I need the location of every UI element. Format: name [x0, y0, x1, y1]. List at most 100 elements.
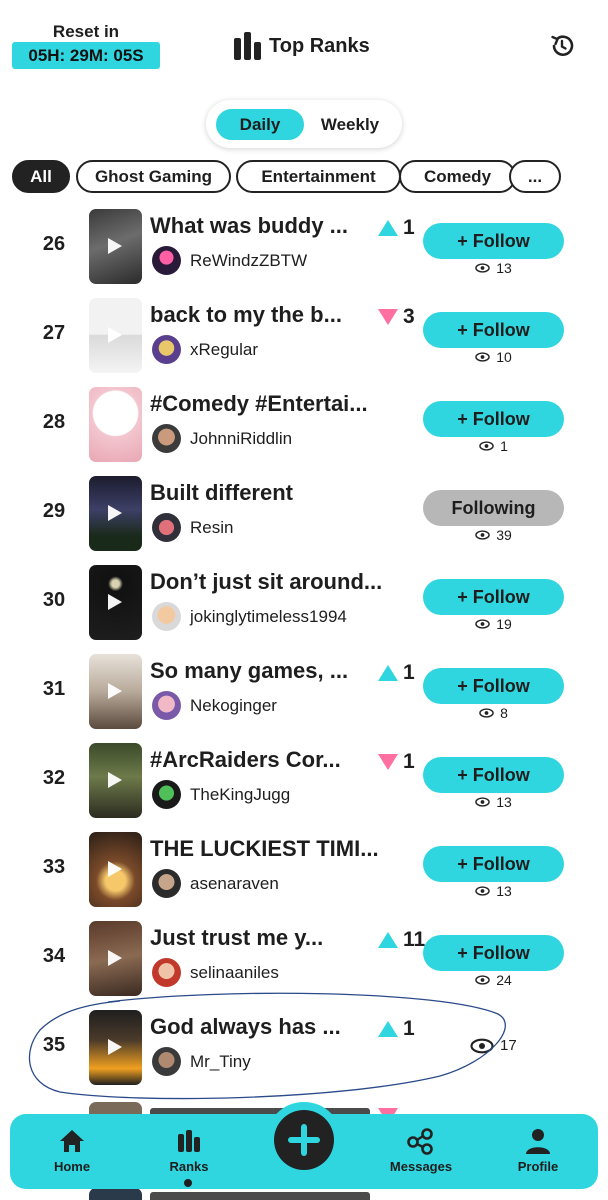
follow-button[interactable]: + Follow	[423, 223, 564, 259]
video-title[interactable]: Don’t just sit around...	[150, 569, 406, 595]
eye-icon	[475, 975, 490, 985]
eye-icon	[475, 619, 490, 629]
chip-more[interactable]: ...	[509, 160, 561, 193]
video-title[interactable]: Just trust me y...	[150, 925, 375, 951]
chip-all[interactable]: All	[12, 160, 70, 193]
avatar[interactable]	[152, 424, 181, 453]
view-count-value: 13	[496, 260, 512, 276]
nav-messages[interactable]: Messages	[378, 1126, 464, 1174]
following-button[interactable]: Following	[423, 490, 564, 526]
video-title[interactable]: #Comedy #Entertai...	[150, 391, 406, 417]
username[interactable]: xRegular	[190, 340, 258, 360]
tab-daily[interactable]: Daily	[216, 109, 304, 140]
rank-number: 26	[42, 233, 66, 255]
username[interactable]: Mr_Tiny	[190, 1052, 251, 1072]
rank-change: 11	[378, 928, 425, 952]
rank-row[interactable]: 35 God always has ... 1 Mr_Tiny 17	[0, 1001, 608, 1090]
video-title[interactable]: So many games, ...	[150, 658, 375, 684]
nav-home[interactable]: Home	[29, 1126, 115, 1174]
rank-row[interactable]: 31 So many games, ... 1 Nekoginger + Fol…	[0, 645, 608, 734]
follow-button[interactable]: + Follow	[423, 312, 564, 348]
username[interactable]: Resin	[190, 518, 233, 538]
rank-row[interactable]: 34 Just trust me y... 11 selinaaniles + …	[0, 912, 608, 1001]
avatar[interactable]	[152, 246, 181, 275]
video-thumbnail[interactable]	[89, 298, 142, 373]
avatar[interactable]	[152, 602, 181, 631]
view-count: 8	[423, 705, 564, 721]
ranks-icon	[178, 1130, 200, 1152]
rank-row[interactable]: 30 Don’t just sit around... jokinglytime…	[0, 556, 608, 645]
rank-up-icon	[378, 220, 398, 236]
play-icon	[108, 416, 122, 432]
video-title[interactable]: #ArcRaiders Cor...	[150, 747, 375, 773]
follow-button[interactable]: + Follow	[423, 935, 564, 971]
username[interactable]: ReWindzZBTW	[190, 251, 307, 271]
username[interactable]: jokinglytimeless1994	[190, 607, 347, 627]
follow-button[interactable]: + Follow	[423, 668, 564, 704]
rank-row[interactable]: 26 What was buddy ... 1 ReWindzZBTW + Fo…	[0, 200, 608, 289]
view-count-value: 17	[500, 1037, 517, 1054]
rank-change: 1	[378, 216, 415, 240]
rank-number: 35	[42, 1034, 66, 1056]
rank-number: 27	[42, 322, 66, 344]
nav-ranks[interactable]: Ranks	[146, 1126, 232, 1174]
username[interactable]: Nekoginger	[190, 696, 277, 716]
eye-icon	[479, 441, 494, 451]
nav-profile[interactable]: Profile	[495, 1126, 581, 1174]
play-icon	[108, 683, 122, 699]
follow-button[interactable]: + Follow	[423, 579, 564, 615]
chip-ghost-gaming[interactable]: Ghost Gaming	[76, 160, 231, 193]
video-thumbnail[interactable]	[89, 209, 142, 284]
view-count: 19	[423, 616, 564, 632]
follow-button[interactable]: + Follow	[423, 757, 564, 793]
username[interactable]: asenaraven	[190, 874, 279, 894]
avatar[interactable]	[152, 958, 181, 987]
follow-button[interactable]: + Follow	[423, 401, 564, 437]
video-thumbnail[interactable]	[89, 921, 142, 996]
video-thumbnail[interactable]	[89, 565, 142, 640]
avatar[interactable]	[152, 780, 181, 809]
video-title[interactable]: Built different	[150, 480, 406, 506]
chip-comedy[interactable]: Comedy	[399, 160, 516, 193]
avatar[interactable]	[152, 335, 181, 364]
history-icon[interactable]	[549, 33, 575, 59]
play-icon	[108, 238, 122, 254]
video-thumbnail[interactable]	[89, 476, 142, 551]
follow-button[interactable]: + Follow	[423, 846, 564, 882]
bar-chart-icon	[234, 32, 261, 60]
eye-icon	[470, 1038, 494, 1053]
username[interactable]: TheKingJugg	[190, 785, 290, 805]
video-title[interactable]: What was buddy ...	[150, 213, 375, 239]
avatar[interactable]	[152, 691, 181, 720]
video-title[interactable]: God always has ...	[150, 1014, 375, 1040]
tab-weekly[interactable]: Weekly	[306, 109, 394, 140]
username[interactable]: JohnniRiddlin	[190, 429, 292, 449]
video-title[interactable]: THE LUCKIEST TIMI...	[150, 836, 406, 862]
avatar[interactable]	[152, 869, 181, 898]
nav-profile-label: Profile	[517, 1159, 559, 1174]
chip-entertainment[interactable]: Entertainment	[236, 160, 401, 193]
rank-row[interactable]: 27 back to my the b... 3 xRegular + Foll…	[0, 289, 608, 378]
video-thumbnail[interactable]	[89, 832, 142, 907]
period-toggle: Daily Weekly	[206, 100, 402, 148]
create-plus-icon	[274, 1110, 334, 1170]
video-thumbnail[interactable]	[89, 654, 142, 729]
view-count: 10	[423, 349, 564, 365]
video-thumbnail[interactable]	[89, 1010, 142, 1085]
rank-row[interactable]: 29 Built different Resin Following 39	[0, 467, 608, 556]
play-icon	[108, 505, 122, 521]
view-count-value: 39	[496, 527, 512, 543]
avatar[interactable]	[152, 513, 181, 542]
rank-row[interactable]: 32 #ArcRaiders Cor... 1 TheKingJugg + Fo…	[0, 734, 608, 823]
avatar[interactable]	[152, 1047, 181, 1076]
username[interactable]: selinaaniles	[190, 963, 279, 983]
rank-up-icon	[378, 665, 398, 681]
rank-row[interactable]: 33 THE LUCKIEST TIMI... asenaraven + Fol…	[0, 823, 608, 912]
rank-row[interactable]: 28 #Comedy #Entertai... JohnniRiddlin + …	[0, 378, 608, 467]
video-title[interactable]: back to my the b...	[150, 302, 375, 328]
nav-ranks-label: Ranks	[169, 1159, 209, 1174]
video-thumbnail[interactable]	[89, 387, 142, 462]
video-thumbnail[interactable]	[89, 743, 142, 818]
eye-icon	[475, 263, 490, 273]
create-button[interactable]	[266, 1102, 342, 1178]
